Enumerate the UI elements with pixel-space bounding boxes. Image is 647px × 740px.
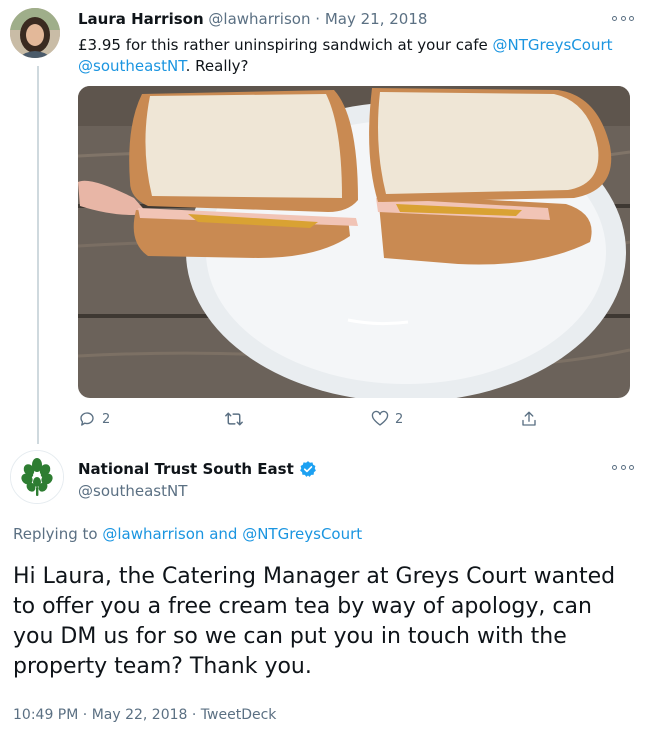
tweet1-photo[interactable] — [78, 86, 630, 398]
replying-and: and — [204, 525, 243, 543]
like-count: 2 — [395, 411, 404, 427]
replying-to: Replying to @lawharrison and @NTGreysCou… — [13, 525, 362, 543]
mention-ntgreyscourt[interactable]: @NTGreysCourt — [493, 36, 613, 54]
avatar-laura-harrison[interactable] — [10, 8, 60, 58]
retweet-icon — [225, 412, 243, 426]
like-button[interactable]: 2 — [371, 410, 403, 428]
retweet-button[interactable] — [224, 410, 244, 428]
thread-connector-line — [37, 66, 39, 444]
replying-user-ntgreyscourt[interactable]: @NTGreysCourt — [242, 525, 362, 543]
tweet2-separator-1: · — [82, 707, 88, 723]
tweet1-text-after: . Really? — [185, 57, 249, 75]
avatar-national-trust[interactable] — [10, 450, 64, 504]
tweet2-author-handle[interactable]: @southeastNT — [78, 482, 187, 500]
tweet2-author: National Trust South East — [78, 460, 317, 478]
tweet1-text: £3.95 for this rather uninspiring sandwi… — [78, 35, 618, 77]
verified-badge-icon — [299, 461, 316, 477]
sandwich-photo-icon — [78, 86, 630, 398]
tweet2-text: Hi Laura, the Catering Manager at Greys … — [13, 564, 616, 679]
replying-user-lawharrison[interactable]: @lawharrison — [102, 525, 204, 543]
tweet2-meta: 10:49 PM · May 22, 2018 · TweetDeck — [13, 707, 276, 723]
tweet1-author-handle[interactable]: @lawharrison — [208, 10, 310, 28]
tweet2-source[interactable]: TweetDeck — [201, 707, 277, 723]
share-button[interactable] — [520, 410, 538, 428]
heart-icon — [371, 410, 389, 426]
tweet1-author-name[interactable]: Laura Harrison — [78, 10, 204, 28]
tweet2-author-name[interactable]: National Trust South East — [78, 460, 294, 478]
oak-leaf-logo-icon — [11, 451, 63, 503]
tweet1-date[interactable]: May 21, 2018 — [325, 10, 428, 28]
reply-count: 2 — [102, 411, 111, 427]
mention-southeastnt[interactable]: @southeastNT — [78, 57, 186, 75]
tweet1-header: Laura Harrison @lawharrison · May 21, 20… — [78, 10, 427, 28]
avatar-photo-icon — [10, 8, 60, 58]
replying-prefix: Replying to — [13, 525, 103, 543]
reply-icon — [80, 412, 94, 426]
tweet1-separator: · — [315, 10, 321, 28]
tweet2-time[interactable]: 10:49 PM — [13, 707, 78, 723]
reply-button[interactable]: 2 — [78, 410, 110, 428]
share-icon — [522, 411, 536, 426]
tweet2-separator-2: · — [191, 707, 197, 723]
more-options-icon[interactable] — [612, 460, 634, 474]
more-options-icon[interactable] — [612, 11, 634, 25]
tweet1-actions: 2 2 — [78, 410, 630, 432]
tweet2-date[interactable]: May 22, 2018 — [92, 707, 188, 723]
tweet1-text-before: £3.95 for this rather uninspiring sandwi… — [78, 36, 493, 54]
